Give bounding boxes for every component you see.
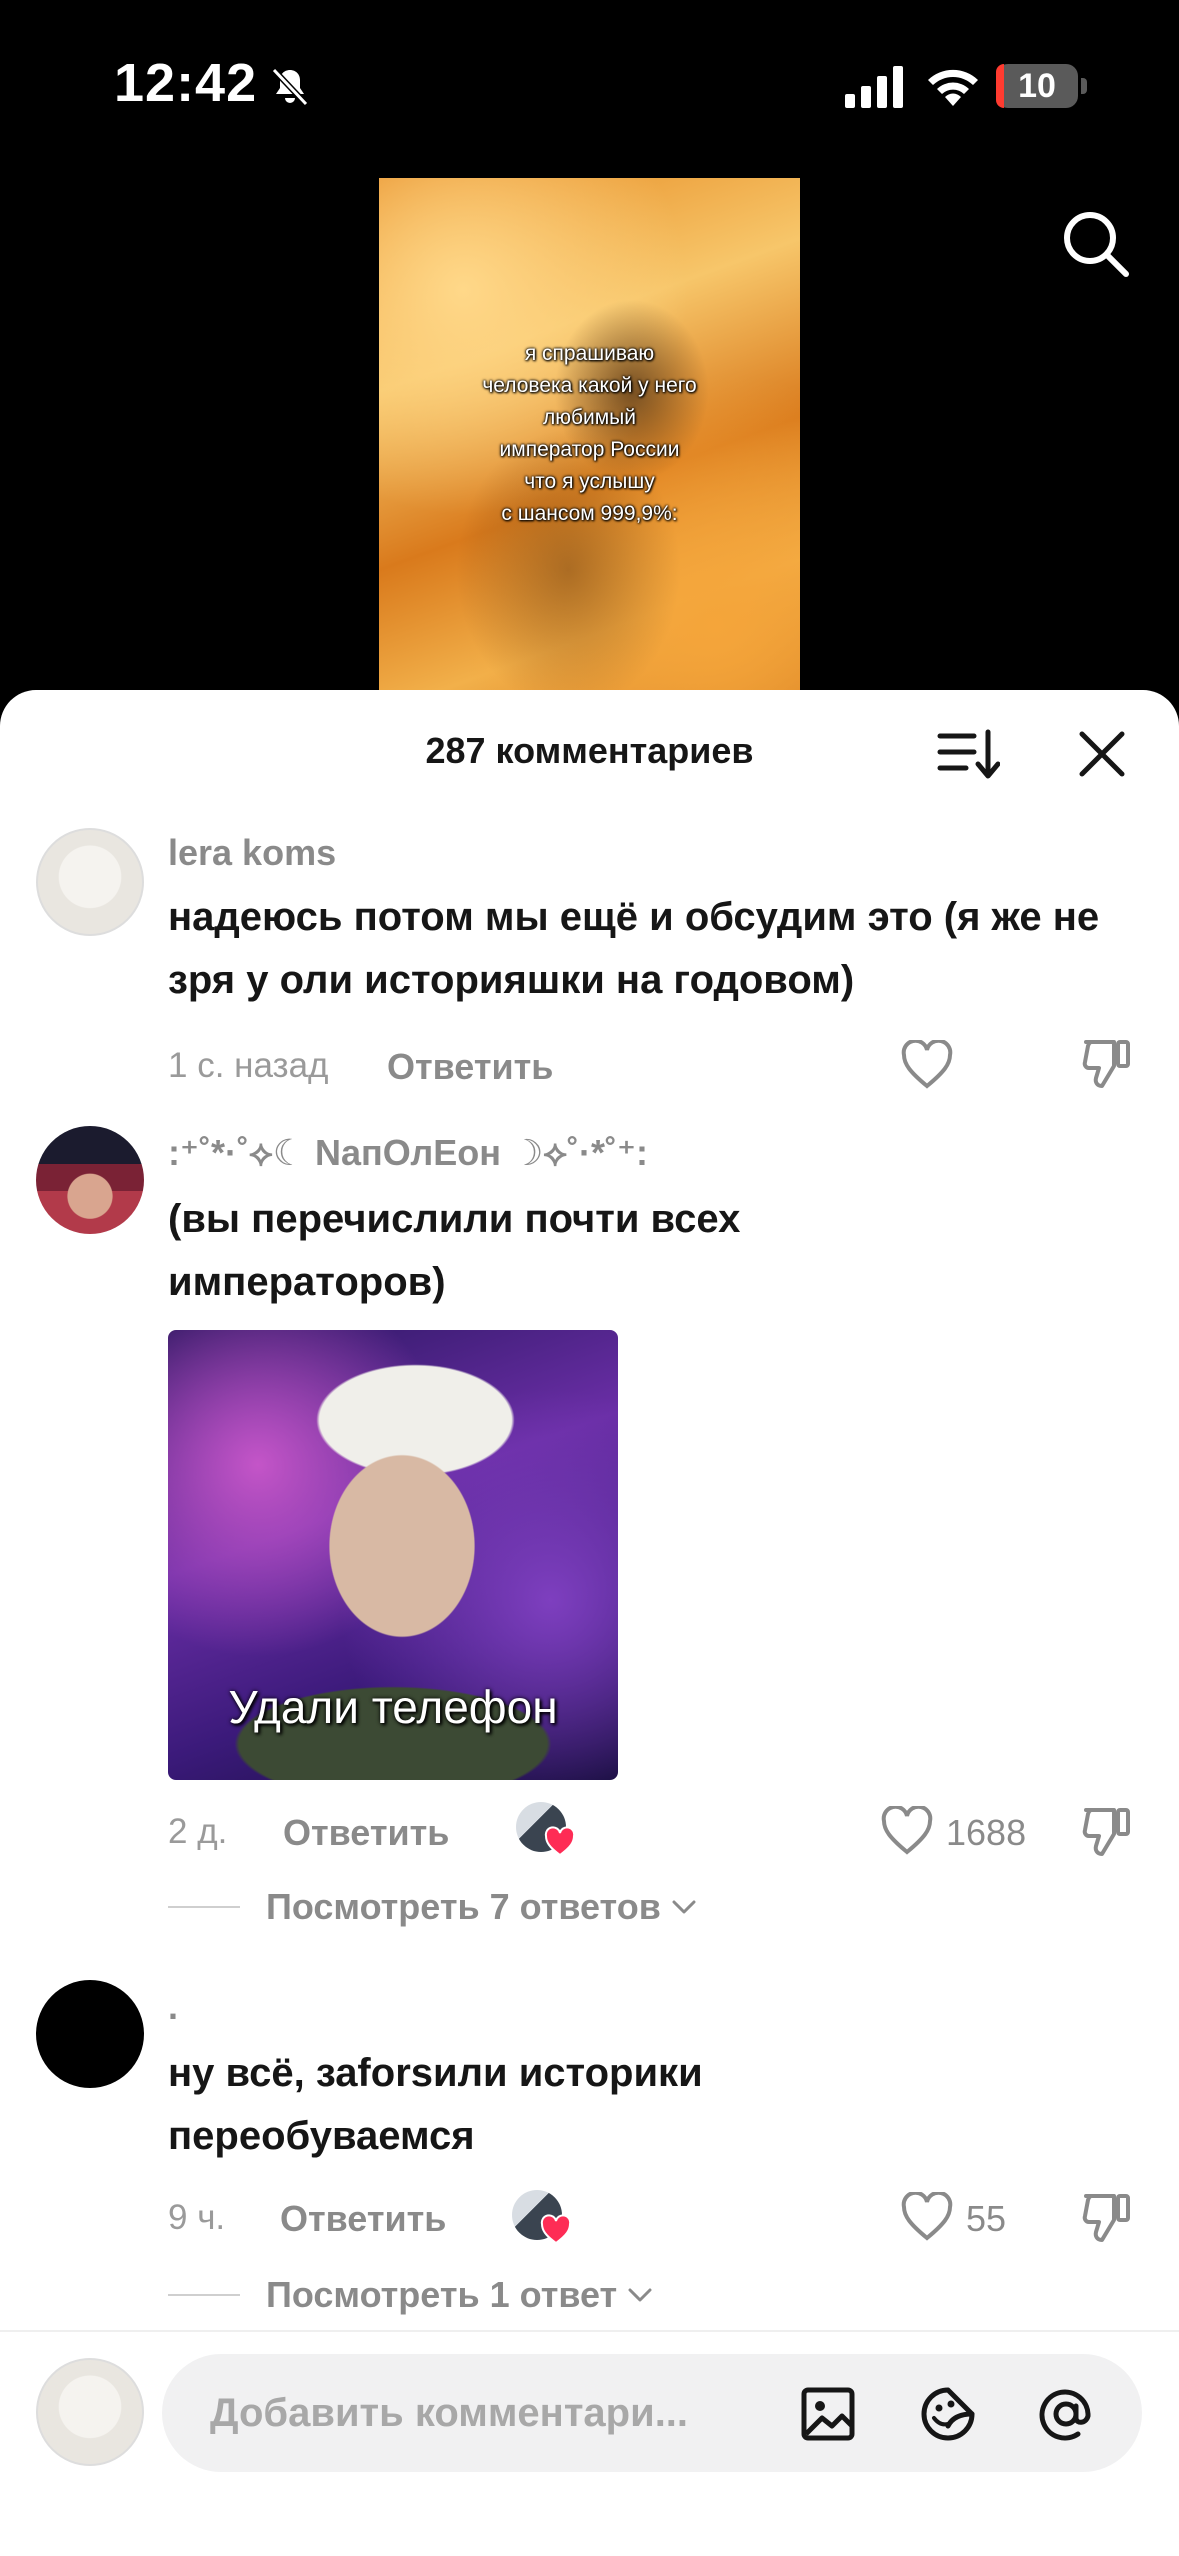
close-icon[interactable] (1074, 726, 1130, 782)
comments-sheet: 287 комментариев lera koms надеюсь потом… (0, 690, 1179, 2556)
gif-caption: Удали телефон (228, 1681, 558, 1733)
thumbs-down-icon[interactable] (1080, 1804, 1134, 1858)
comments-header: 287 комментариев (0, 690, 1179, 810)
thumbs-down-icon[interactable] (1080, 2190, 1134, 2244)
comment-text: надеюсь потом мы ещё и обсудим это (я же… (168, 895, 1100, 1002)
battery-nub (1081, 78, 1087, 94)
comment-username[interactable]: :⁺˚*·˚⟡☾ NапОлЕон ☽⟡˚·*˚⁺: (168, 1132, 648, 1175)
reply-button[interactable]: Ответить (283, 1812, 449, 1854)
comment-username[interactable]: lera koms (168, 832, 336, 874)
heart-filled-icon (540, 2214, 572, 2245)
avatar[interactable] (36, 828, 144, 936)
creator-liked-badge (512, 2190, 572, 2246)
heart-filled-icon (544, 1826, 576, 1857)
view-replies-label: Посмотреть 7 ответов (266, 1886, 661, 1927)
heart-icon[interactable] (880, 1806, 934, 1856)
view-replies-label: Посмотреть 1 ответ (266, 2274, 618, 2315)
status-bar: 12:42 10 (0, 0, 1179, 170)
replies-divider-line (168, 2294, 240, 2296)
like-count: 55 (966, 2198, 1007, 2239)
comment-text: ну всё, заforsили историки переобуваемся (168, 2051, 703, 2158)
comment-input-pill[interactable] (162, 2354, 1142, 2472)
like-count: 1688 (946, 1812, 1027, 1853)
reply-button[interactable]: Ответить (387, 1046, 553, 1088)
avatar[interactable] (36, 1126, 144, 1234)
view-replies-button[interactable]: Посмотреть 1 ответ (168, 2270, 653, 2320)
replies-divider-line (168, 1906, 240, 1908)
heart-icon[interactable] (900, 2192, 954, 2242)
heart-icon[interactable] (900, 1040, 954, 1090)
comment-time: 1 с. назад (168, 1046, 329, 1085)
thumbs-down-icon[interactable] (1080, 1036, 1134, 1090)
video-caption: я спрашиваю человека какой у него любимы… (482, 342, 697, 525)
comment-input-bar (0, 2330, 1179, 2556)
search-icon[interactable] (1058, 206, 1132, 280)
cellular-signal-icon (845, 66, 903, 108)
reply-button[interactable]: Ответить (280, 2198, 446, 2240)
bell-slash-icon (271, 67, 309, 107)
mention-icon[interactable] (1036, 2384, 1096, 2444)
comment-gif[interactable]: Удали телефон (168, 1330, 618, 1780)
comment-text: (вы перечислили почти всех императоров) (168, 1197, 741, 1304)
comment-input[interactable] (210, 2354, 770, 2472)
battery-indicator: 10 (996, 64, 1078, 108)
comment-time: 9 ч. (168, 2198, 226, 2237)
image-icon[interactable] (798, 2384, 858, 2444)
my-avatar[interactable] (36, 2358, 144, 2466)
video-preview[interactable]: я спрашиваю человека какой у него любимы… (379, 178, 800, 738)
view-replies-button[interactable]: Посмотреть 7 ответов (168, 1882, 697, 1932)
sort-icon[interactable] (936, 726, 1000, 782)
chevron-down-icon (672, 1900, 696, 1914)
comment-time: 2 д. (168, 1812, 228, 1851)
status-time: 12:42 (114, 53, 258, 113)
avatar[interactable] (36, 1980, 144, 2088)
chevron-down-icon (628, 2288, 652, 2302)
battery-level: 10 (1018, 66, 1056, 105)
comments-count-title: 287 комментариев (425, 730, 754, 771)
emoji-sticker-icon[interactable] (918, 2384, 978, 2444)
wifi-icon (928, 69, 978, 106)
comment-username[interactable]: . (168, 1986, 178, 2028)
creator-liked-badge (516, 1802, 576, 1858)
